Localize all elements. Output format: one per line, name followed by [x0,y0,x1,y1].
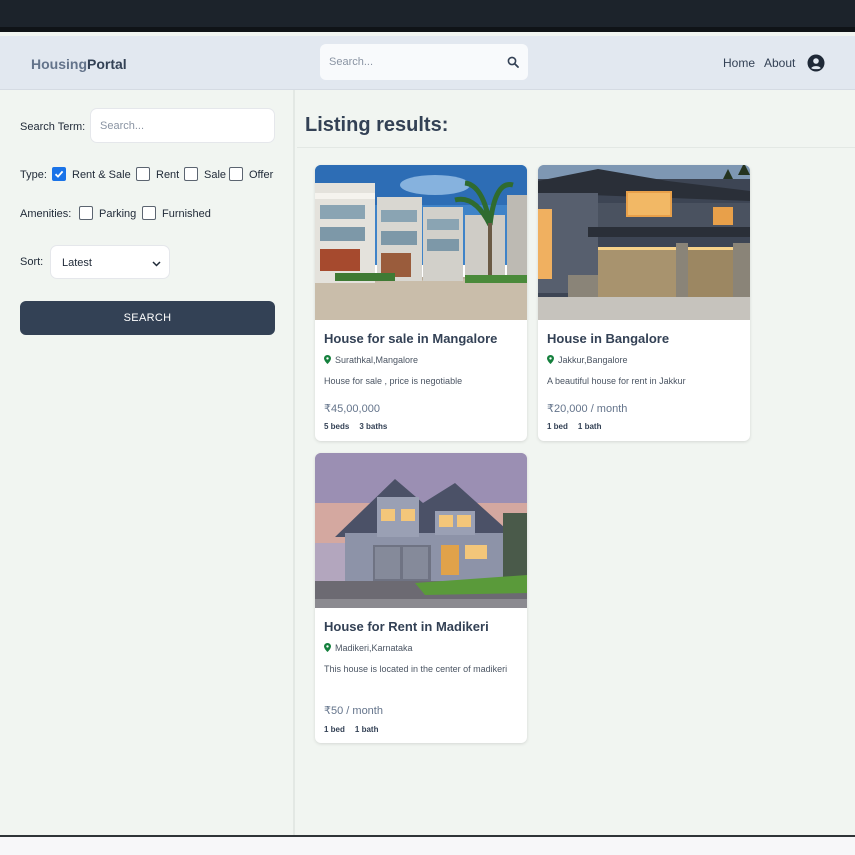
user-avatar-icon[interactable] [807,54,825,72]
listing-title: House for sale in Mangalore [324,331,498,346]
type-rent-sale-label: Rent & Sale [72,169,131,181]
search-term-input[interactable] [90,108,275,143]
page-title: Listing results: [305,114,449,136]
amenity-parking-label: Parking [99,208,137,220]
listing-beds: 1 bed [324,725,345,734]
type-rent-sale-checkbox[interactable] [52,167,66,181]
listing-title: House in Bangalore [547,331,670,346]
listing-card[interactable]: House in Bangalore Jakkur,Bangalore A be… [538,165,750,441]
listing-image [538,165,750,320]
listing-card[interactable]: House for Rent in Madikeri Madikeri,Karn… [315,453,527,743]
amenity-parking-checkbox[interactable] [79,206,93,220]
browser-bottom-bar [0,835,855,855]
checkmark-icon [54,170,64,178]
title-divider [297,147,855,148]
nav-home-link[interactable]: Home [723,56,755,70]
amenities-label: Amenities: [20,208,72,220]
amenity-furnished-label: Furnished [162,208,211,220]
sort-select-value: Latest [62,257,92,269]
header-search [320,44,528,80]
listing-baths: 3 baths [359,422,388,431]
location-pin-icon [547,355,554,364]
location-pin-icon [324,643,331,652]
search-button[interactable]: SEARCH [20,301,275,335]
listing-image [315,165,527,320]
search-icon[interactable] [507,56,519,68]
sort-label: Sort: [20,256,44,268]
listing-description: This house is located in the center of m… [324,664,508,674]
listing-baths: 1 bath [577,422,602,431]
filter-sidebar: Search Term: Type: Rent & Sale Rent Sale… [0,90,295,835]
location-pin-icon [324,355,331,364]
site-header: HousingPortal Home About [0,36,855,90]
listing-location: Surathkal,Mangalore [324,355,418,365]
listing-card[interactable]: House for sale in Mangalore Surathkal,Ma… [315,165,527,441]
listing-price: ₹50 / month [324,705,383,717]
chevron-down-icon [152,261,161,267]
type-sale-checkbox[interactable] [184,167,198,181]
listing-description: House for sale , price is negotiable [324,376,463,386]
listing-beds: 5 beds [324,422,350,431]
listing-location: Madikeri,Karnataka [324,643,413,653]
type-offer-label: Offer [249,169,274,181]
listing-meta: 1 bed 1 bath [324,725,378,734]
listing-location: Jakkur,Bangalore [547,355,628,365]
type-rent-label: Rent [156,169,180,181]
listing-meta: 1 bed 1 bath [547,422,601,431]
listing-price: ₹45,00,000 [324,403,380,415]
listing-price: ₹20,000 / month [547,403,628,415]
amenity-furnished-checkbox[interactable] [142,206,156,220]
type-offer-checkbox[interactable] [229,167,243,181]
listing-results: Listing results: House for sale in Manga… [297,90,855,835]
type-sale-label: Sale [204,169,227,181]
listing-image [315,453,527,608]
nav-about-link[interactable]: About [764,56,795,70]
sort-select[interactable]: Latest [50,245,170,279]
listing-beds: 1 bed [547,422,568,431]
type-rent-checkbox[interactable] [136,167,150,181]
site-logo[interactable]: HousingPortal [31,56,127,72]
search-term-label: Search Term: [20,121,86,133]
listing-title: House for Rent in Madikeri [324,619,489,634]
listing-description: A beautiful house for rent in Jakkur [547,376,686,386]
listing-meta: 5 beds 3 baths [324,422,387,431]
listing-baths: 1 bath [354,725,379,734]
browser-top-bar [0,0,855,32]
header-search-input[interactable] [320,44,500,80]
type-label: Type: [20,169,47,181]
